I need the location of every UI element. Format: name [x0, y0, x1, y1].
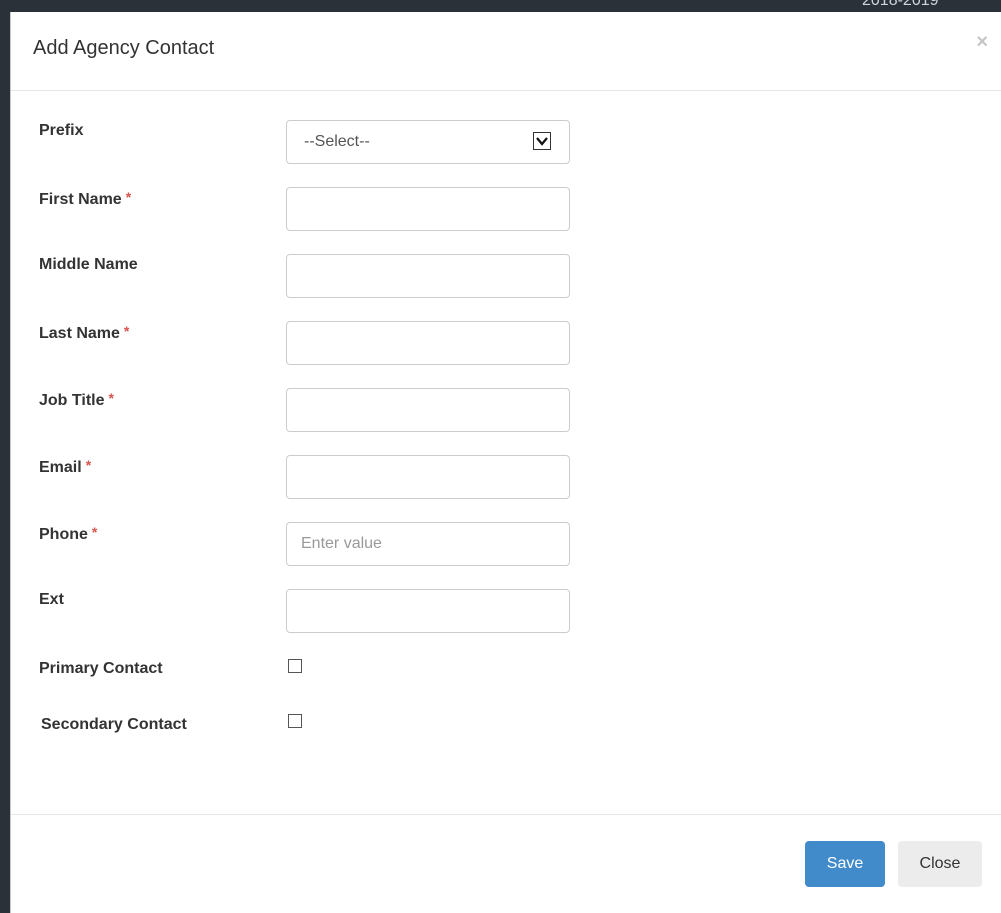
- first-name-field[interactable]: [286, 187, 570, 231]
- prefix-select[interactable]: --Select--: [286, 120, 570, 164]
- ext-label: Ext: [39, 591, 64, 608]
- modal-title: Add Agency Contact: [33, 37, 215, 59]
- middle-name-field[interactable]: [286, 254, 570, 298]
- add-agency-contact-dialog: Add Agency Contact × Prefix --Select-- F…: [10, 12, 1001, 913]
- last-name-label: Last Name *: [39, 323, 130, 342]
- email-field[interactable]: [286, 455, 570, 499]
- primary-contact-label: Primary Contact: [39, 660, 163, 677]
- close-button[interactable]: Close: [898, 841, 982, 887]
- save-button[interactable]: Save: [805, 841, 885, 887]
- ext-field[interactable]: [286, 589, 570, 633]
- job-title-field[interactable]: [286, 388, 570, 432]
- secondary-contact-label: Secondary Contact: [41, 716, 187, 733]
- required-marker: *: [85, 457, 92, 473]
- secondary-contact-checkbox[interactable]: [288, 714, 302, 728]
- required-marker: *: [108, 390, 114, 406]
- first-name-label: First Name *: [39, 189, 132, 208]
- phone-label: Phone *: [39, 524, 98, 543]
- primary-contact-checkbox[interactable]: [288, 659, 302, 673]
- required-marker: *: [123, 323, 130, 339]
- email-label: Email *: [39, 457, 92, 476]
- required-marker: *: [125, 189, 132, 205]
- prefix-label: Prefix: [39, 122, 84, 139]
- job-title-label: Job Title *: [39, 390, 114, 409]
- close-icon[interactable]: ×: [976, 32, 988, 52]
- backdrop-year-text: 2018-2019: [862, 0, 939, 9]
- prefix-select-value: --Select--: [304, 133, 370, 150]
- modal-header: Add Agency Contact ×: [11, 12, 1001, 91]
- chevron-down-icon[interactable]: [533, 132, 551, 150]
- modal-footer: Save Close: [11, 814, 1001, 913]
- last-name-field[interactable]: [286, 321, 570, 365]
- required-marker: *: [91, 524, 98, 540]
- phone-field[interactable]: [286, 522, 570, 566]
- middle-name-label: Middle Name: [39, 256, 138, 273]
